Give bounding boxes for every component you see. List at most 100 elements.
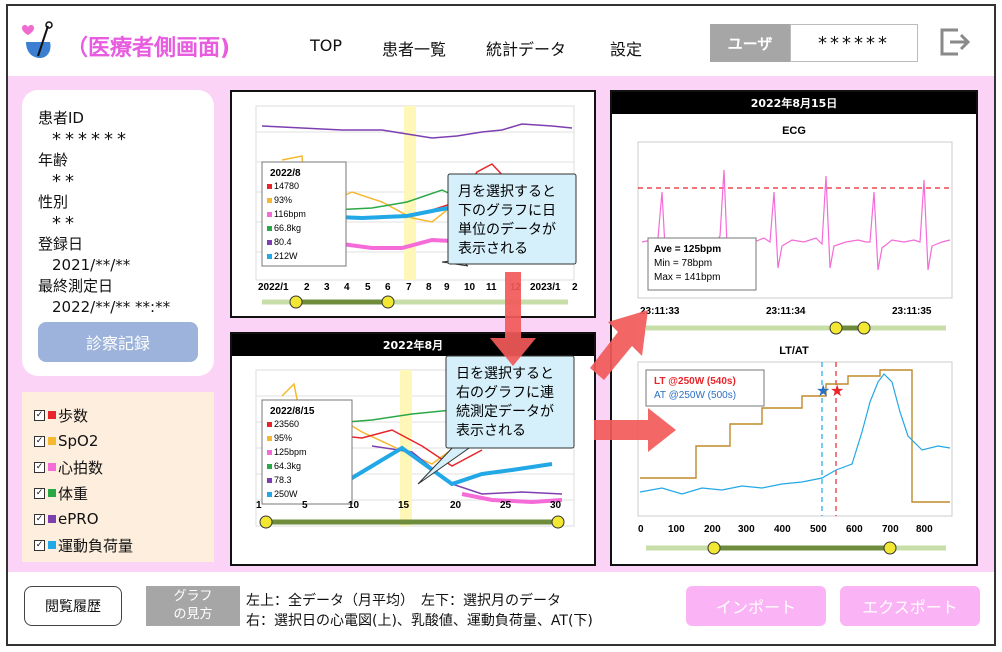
- legend-item-heart-rate[interactable]: ✓ 心拍数: [34, 454, 202, 480]
- color-swatch: [48, 515, 56, 523]
- graph-guide-line1: グラフ: [173, 589, 213, 604]
- xtick: 700: [882, 524, 899, 535]
- selected-month-highlight[interactable]: [404, 106, 416, 280]
- range-handle-start[interactable]: [289, 295, 303, 309]
- checkbox-icon[interactable]: ✓: [34, 409, 45, 421]
- series-legend: ✓ 歩数 ✓ SpO2 ✓ 心拍数 ✓ 体重 ✓ ePRO ✓ 運動負荷量: [22, 392, 214, 562]
- range-handle-start[interactable]: [829, 321, 843, 335]
- graph-guide-line2: の見方: [173, 607, 213, 622]
- at-label: AT @250W (500s): [654, 390, 736, 401]
- xtick: 23:11:35: [892, 306, 932, 317]
- xtick: 23:11:34: [766, 306, 806, 317]
- user-label: ユーザ: [710, 24, 790, 62]
- xtick: 600: [846, 524, 863, 535]
- legend-item-weight[interactable]: ✓ 体重: [34, 480, 202, 506]
- xtick: 300: [738, 524, 755, 535]
- xtick: 10: [348, 500, 360, 511]
- xtick: 20: [450, 500, 462, 511]
- graph-guide-label: グラフ の見方: [146, 586, 240, 626]
- checkbox-icon[interactable]: ✓: [34, 461, 45, 473]
- month-callout: 月を選択すると 下のグラフに日 単位のデータが 表示される: [441, 173, 577, 267]
- patient-id-label: 患者ID: [38, 109, 84, 127]
- range-handle-start[interactable]: [707, 541, 721, 555]
- xtick: 0: [638, 524, 644, 535]
- xtick: 2: [304, 282, 310, 293]
- xtick: 11: [486, 282, 497, 293]
- tooltip-epro: 78.3: [274, 475, 292, 485]
- legend-label: SpO2: [58, 432, 99, 450]
- header: （医療者側画面) TOP 患者一覧 統計データ 設定 ユーザ ******: [8, 6, 994, 76]
- logo-icon: [22, 21, 53, 58]
- at-star-icon: ★: [816, 381, 830, 400]
- tooltip-weight: 64.3kg: [274, 461, 301, 471]
- legend-item-steps[interactable]: ✓ 歩数: [34, 402, 202, 428]
- tooltip-weight: 66.8kg: [274, 223, 301, 233]
- range-handle-start[interactable]: [259, 515, 273, 529]
- legend-item-spo2[interactable]: ✓ SpO2: [34, 428, 202, 454]
- legend-item-epro[interactable]: ✓ ePRO: [34, 506, 202, 532]
- ecg-info-box: Ave = 125bpm Min = 78bpm Max = 141bpm: [647, 237, 757, 291]
- range-handle-end[interactable]: [883, 541, 897, 555]
- color-swatch: [48, 411, 56, 419]
- legend-label: 体重: [58, 484, 89, 503]
- nav-statistics[interactable]: 統計データ: [486, 36, 566, 60]
- monthly-chart-panel: 2022/8 14780 93% 116bpm 66.8kg 80.4 212W…: [230, 90, 596, 318]
- xtick: 200: [704, 524, 721, 535]
- xtick: 30: [550, 500, 562, 511]
- tooltip-title: 2022/8/15: [270, 406, 315, 417]
- checkbox-icon[interactable]: ✓: [34, 539, 45, 551]
- callout-line: 月を選択すると: [458, 184, 556, 200]
- color-swatch: [48, 541, 56, 549]
- import-button[interactable]: インポート: [686, 586, 826, 626]
- range-handle-end[interactable]: [381, 295, 395, 309]
- graph-guide-description-2: 右：選択日の心電図(上)、乳酸値、運動負荷量、AT(下): [246, 613, 593, 629]
- xtick: 6: [385, 282, 391, 293]
- xtick: 3: [324, 282, 330, 293]
- range-handle-end[interactable]: [857, 321, 871, 335]
- xtick: 5: [365, 282, 371, 293]
- continuous-data-panel: 2022年8月15日 ECG Ave = 125bpm Min = 78bpm …: [610, 90, 978, 566]
- day-tooltip: 2022/8/15 23560 95% 125bpm 64.3kg 78.3 2…: [261, 399, 353, 505]
- age-label: 年齢: [38, 151, 69, 169]
- export-button[interactable]: エクスポート: [840, 586, 980, 626]
- callout-line: 表示される: [456, 423, 526, 439]
- legend-label: ePRO: [58, 510, 99, 528]
- legend-label: 歩数: [58, 406, 89, 425]
- nav-patient-list[interactable]: 患者一覧: [382, 36, 446, 60]
- registration-date-label: 登録日: [38, 235, 84, 253]
- xtick: 4: [344, 282, 350, 293]
- tooltip-spo2: 93%: [274, 195, 292, 205]
- tooltip-steps: 23560: [274, 419, 299, 429]
- checkbox-icon[interactable]: ✓: [34, 435, 45, 447]
- range-handle-end[interactable]: [551, 515, 565, 529]
- nav-top[interactable]: TOP: [310, 36, 342, 55]
- xtick: 10: [464, 282, 476, 293]
- xtick: 23:11:33: [640, 306, 680, 317]
- tooltip-spo2: 95%: [274, 433, 292, 443]
- month-xticks: 2022/1 2 3 4 5 6 7 8 9 10 11 12 2023/1 2: [258, 282, 578, 293]
- legend-label: 心拍数: [58, 458, 104, 477]
- medical-record-button[interactable]: 診察記録: [38, 322, 198, 362]
- tooltip-steps: 14780: [274, 181, 299, 191]
- last-measured-label: 最終測定日: [38, 277, 114, 295]
- color-swatch: [48, 463, 56, 471]
- patient-info-card: 患者ID ****** 年齢 ** 性別 ** 登録日 2021/**/** 最…: [22, 90, 214, 376]
- daily-chart: 2022/8/15 23560 95% 125bpm 64.3kg 78.3 2…: [255, 355, 575, 529]
- xtick: 500: [810, 524, 827, 535]
- xtick: 2022/1: [258, 282, 289, 293]
- daily-chart-panel: 2022年8月 2022/8/15 23560 95% 125bpm 64.3k…: [230, 332, 596, 566]
- user-name: ******: [790, 24, 918, 62]
- callout-line: 続測定データが: [456, 403, 554, 420]
- sex-value: **: [52, 213, 78, 234]
- nav-settings[interactable]: 設定: [610, 36, 642, 60]
- callout-line: 下のグラフに日: [458, 203, 556, 219]
- logout-icon[interactable]: [936, 24, 972, 60]
- checkbox-icon[interactable]: ✓: [34, 487, 45, 499]
- xtick: 100: [668, 524, 685, 535]
- checkbox-icon[interactable]: ✓: [34, 513, 45, 525]
- ecg-max: Max = 141bpm: [654, 272, 720, 283]
- view-history-button[interactable]: 閲覧履歴: [24, 586, 122, 626]
- callout-line: 日を選択すると: [456, 366, 554, 382]
- ecg-title: ECG: [782, 125, 806, 137]
- legend-item-exercise-load[interactable]: ✓ 運動負荷量: [34, 532, 202, 558]
